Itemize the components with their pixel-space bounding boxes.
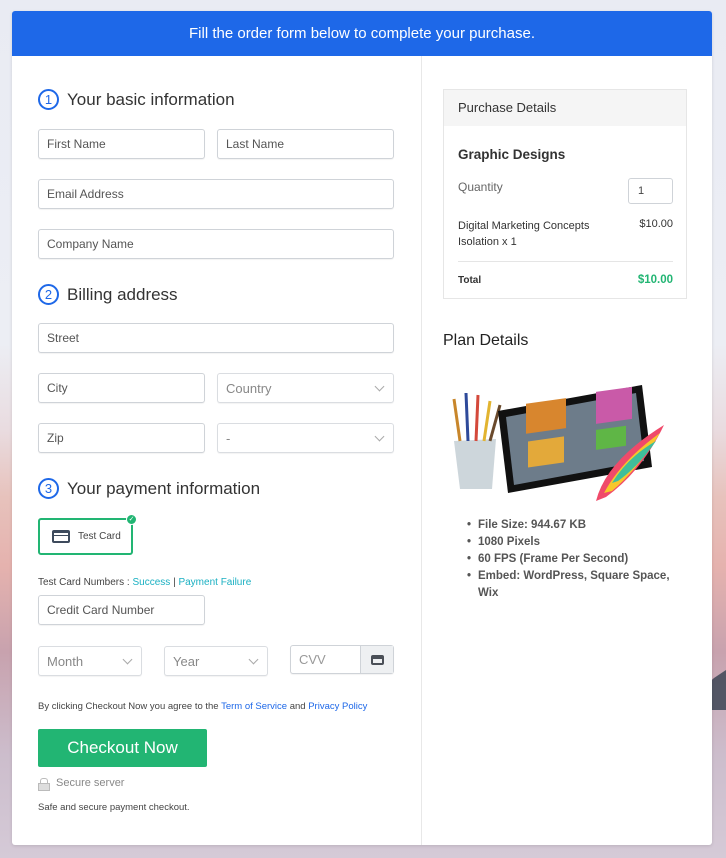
checkmark-icon: ✓: [126, 514, 137, 525]
header-banner: Fill the order form below to complete yo…: [12, 11, 712, 56]
feature-item: 1080 Pixels: [467, 534, 677, 551]
street-input[interactable]: Street: [38, 323, 394, 353]
product-image: [452, 385, 664, 501]
credit-card-icon: [370, 654, 384, 665]
section-payment-title: 3 Your payment information: [38, 478, 260, 499]
step-number-icon: 2: [38, 284, 59, 305]
purchase-details-box: Purchase Details Graphic Designs Quantit…: [443, 89, 687, 299]
total-label: Total: [458, 275, 482, 286]
email-input[interactable]: Email Address: [38, 179, 394, 209]
plan-details-title: Plan Details: [443, 332, 529, 349]
step-number-icon: 1: [38, 89, 59, 110]
test-card-option[interactable]: Test Card ✓: [38, 514, 137, 555]
last-name-input[interactable]: Last Name: [217, 129, 394, 159]
plan-features-list: File Size: 944.67 KB 1080 Pixels 60 FPS …: [467, 517, 677, 602]
credit-card-icon: [52, 530, 70, 543]
payment-failure-link[interactable]: Payment Failure: [178, 577, 251, 588]
quantity-label: Quantity: [458, 180, 503, 194]
product-title: Graphic Designs: [458, 147, 566, 162]
city-input[interactable]: City: [38, 373, 205, 403]
country-select[interactable]: Country: [217, 373, 394, 403]
line-item-price: $10.00: [639, 218, 673, 230]
month-select[interactable]: Month: [38, 646, 142, 676]
order-summary: Purchase Details Graphic Designs Quantit…: [423, 56, 712, 845]
safe-checkout-text: Safe and secure payment checkout.: [38, 802, 190, 813]
agreement-text: By clicking Checkout Now you agree to th…: [38, 701, 368, 712]
feature-item: 60 FPS (Frame Per Second): [467, 551, 677, 568]
quantity-input[interactable]: 1: [628, 178, 673, 204]
chevron-down-icon: [374, 381, 385, 391]
feature-item: File Size: 944.67 KB: [467, 517, 677, 534]
section-basic-info-title: 1 Your basic information: [38, 89, 235, 110]
purchase-details-header: Purchase Details: [444, 90, 686, 126]
cvv-input[interactable]: CVV: [290, 645, 394, 674]
test-card-numbers: Test Card Numbers : Success | Payment Fa…: [38, 577, 252, 588]
line-item-name: Digital Marketing Concepts Isolation x 1: [458, 220, 590, 248]
chevron-down-icon: [122, 654, 133, 664]
chevron-down-icon: [248, 654, 259, 664]
total-value: $10.00: [637, 274, 673, 286]
feature-item: Embed: WordPress, Square Space, Wix: [467, 568, 677, 602]
order-form: 1 Your basic information First Name Last…: [12, 56, 422, 845]
divider: [458, 261, 673, 262]
step-number-icon: 3: [38, 478, 59, 499]
checkout-now-button[interactable]: Checkout Now: [38, 729, 207, 767]
success-link[interactable]: Success: [132, 577, 170, 588]
cvv-card-addon: [360, 646, 393, 673]
year-select[interactable]: Year: [164, 646, 268, 676]
terms-of-service-link[interactable]: Term of Service: [221, 701, 287, 712]
first-name-input[interactable]: First Name: [38, 129, 205, 159]
order-form-card: Fill the order form below to complete yo…: [12, 11, 712, 845]
lock-icon: [38, 777, 50, 791]
zip-input[interactable]: Zip: [38, 423, 205, 453]
credit-card-number-input[interactable]: Credit Card Number: [38, 595, 205, 625]
section-billing-title: 2 Billing address: [38, 284, 178, 305]
company-input[interactable]: Company Name: [38, 229, 394, 259]
secure-server: Secure server: [38, 777, 124, 791]
state-select[interactable]: -: [217, 423, 394, 453]
brush-cup-icon: [452, 392, 502, 489]
chevron-down-icon: [374, 431, 385, 441]
privacy-policy-link[interactable]: Privacy Policy: [308, 701, 367, 712]
